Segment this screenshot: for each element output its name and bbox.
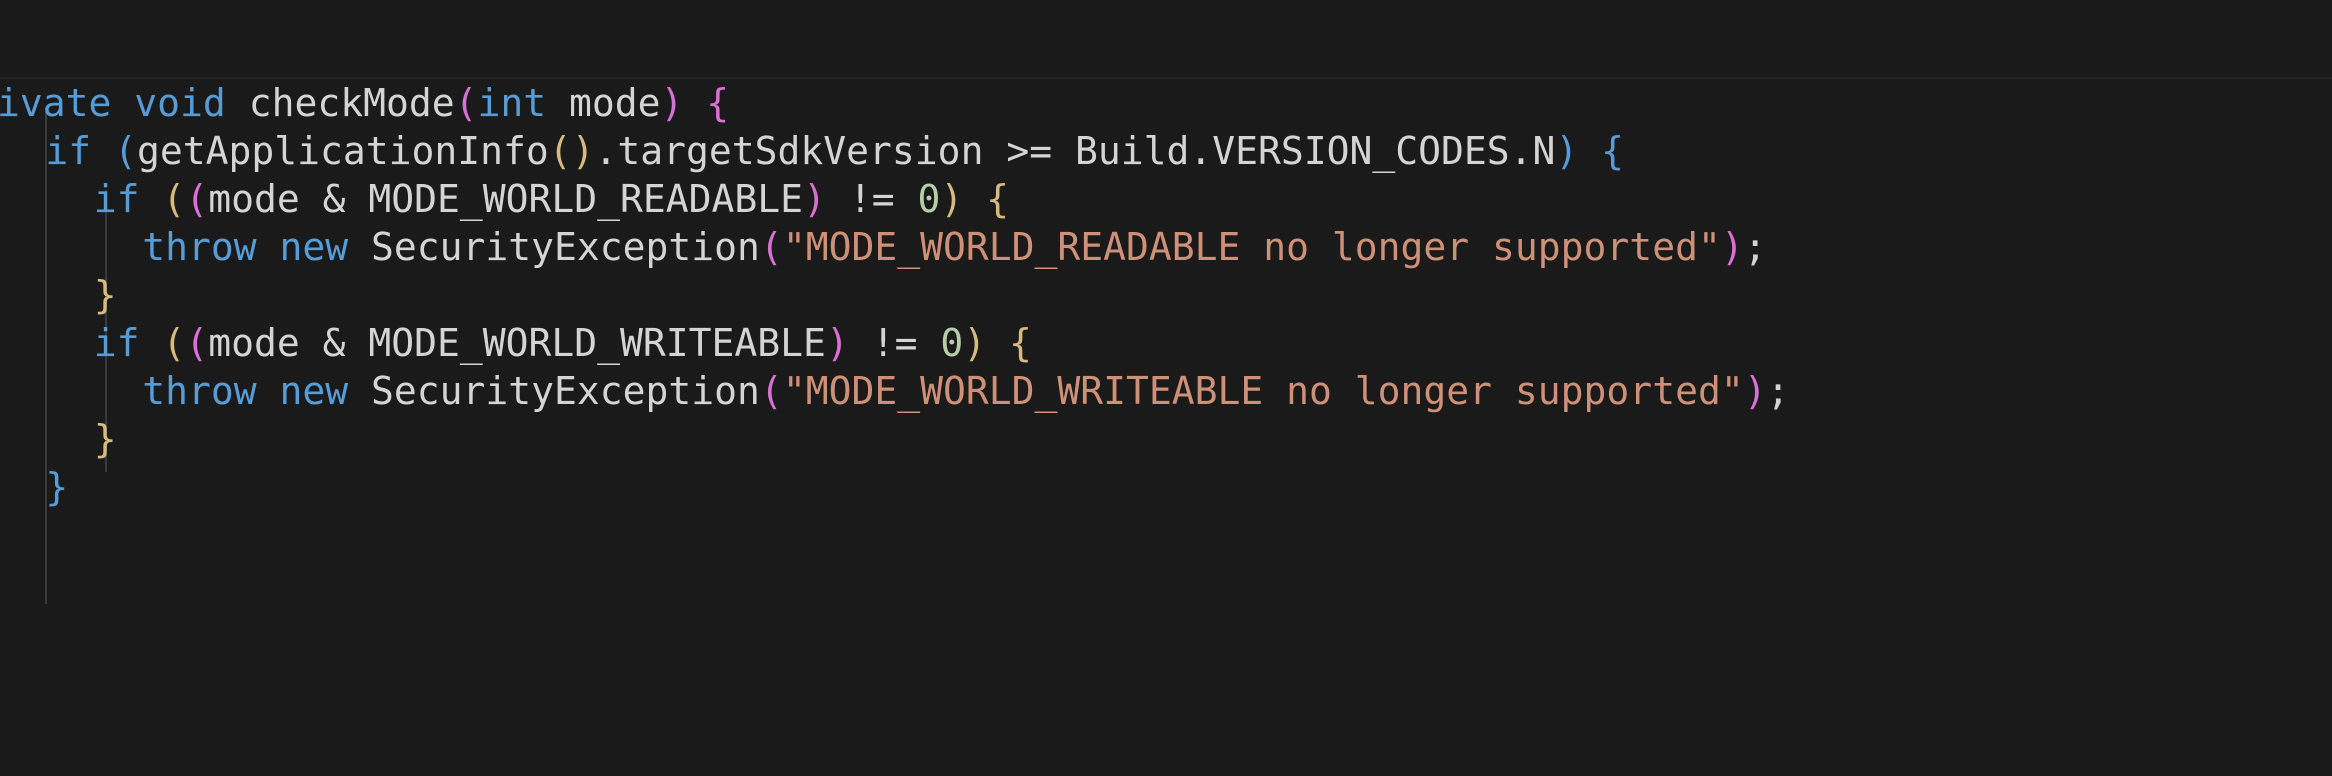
code-token: ) (660, 81, 684, 125)
code-token: } (45, 465, 69, 509)
code-line[interactable]: if (getApplicationInfo().targetSdkVersio… (45, 127, 1624, 175)
code-line[interactable]: throw new SecurityException("MODE_WORLD_… (142, 367, 1789, 415)
code-token: ( (162, 321, 186, 365)
code-token: ( (759, 225, 783, 269)
code-token: ) (963, 321, 987, 365)
code-line[interactable]: if ((mode & MODE_WORLD_READABLE) != 0) { (94, 175, 1009, 223)
code-token: mode & MODE_WORLD_READABLE (208, 177, 804, 221)
code-token: { (986, 177, 1010, 221)
code-token: ) (825, 321, 849, 365)
code-token: SecurityException (371, 369, 760, 413)
code-token: ) (1743, 369, 1767, 413)
code-line[interactable]: ivate void checkMode(int mode) { (0, 79, 729, 127)
code-token: ( (114, 129, 137, 173)
code-token: ) (803, 177, 826, 221)
code-token: ( (454, 81, 478, 125)
code-token: { (706, 81, 730, 125)
code-token: } (93, 273, 117, 317)
code-token: ( (162, 177, 186, 221)
code-token: void (134, 81, 226, 125)
code-token: throw (142, 225, 257, 269)
code-token: ( (185, 177, 209, 221)
code-token: } (93, 417, 117, 461)
code-token: 0 (940, 321, 964, 365)
code-token: SecurityException (371, 225, 760, 269)
code-token: { (1601, 129, 1625, 173)
editor-top-strip (0, 0, 2332, 77)
code-token: != (825, 177, 918, 221)
code-token: if (93, 177, 140, 221)
code-line[interactable]: } (94, 415, 117, 463)
code-token: if (93, 321, 140, 365)
code-token: getApplicationInfo (136, 129, 549, 173)
code-token: .targetSdkVersion >= Build.VERSION_CODES… (594, 129, 1556, 173)
code-token: { (1009, 321, 1032, 365)
code-token: ) (1720, 225, 1744, 269)
code-token: new (279, 369, 349, 413)
code-line[interactable]: if ((mode & MODE_WORLD_WRITEABLE) != 0) … (94, 319, 1032, 367)
code-surface[interactable]: ivate void checkMode(int mode) {if (getA… (0, 79, 2332, 776)
code-token: ; (1766, 369, 1790, 413)
code-token: ivate (0, 81, 112, 125)
code-token: () (548, 129, 595, 173)
code-line[interactable]: throw new SecurityException("MODE_WORLD_… (142, 223, 1766, 271)
code-token: ) (1555, 129, 1579, 173)
code-token: ( (185, 321, 209, 365)
code-token: "MODE_WORLD_WRITEABLE no longer supporte… (782, 369, 1744, 413)
code-token: ( (759, 369, 783, 413)
code-token: throw (142, 369, 257, 413)
code-token: checkMode (248, 81, 455, 125)
code-token: mode & MODE_WORLD_WRITEABLE (208, 321, 826, 365)
code-token: mode (546, 81, 661, 125)
code-token: new (279, 225, 349, 269)
code-line[interactable]: } (94, 271, 117, 319)
code-token: ; (1743, 225, 1767, 269)
code-token: ) (940, 177, 964, 221)
code-editor[interactable]: ivate void checkMode(int mode) {if (getA… (0, 0, 2332, 776)
code-token: 0 (917, 177, 941, 221)
code-line[interactable]: } (45, 463, 68, 511)
code-token: int (477, 81, 547, 125)
code-token: if (45, 129, 92, 173)
code-token: "MODE_WORLD_READABLE no longer supported… (782, 225, 1721, 269)
code-token: != (848, 321, 941, 365)
